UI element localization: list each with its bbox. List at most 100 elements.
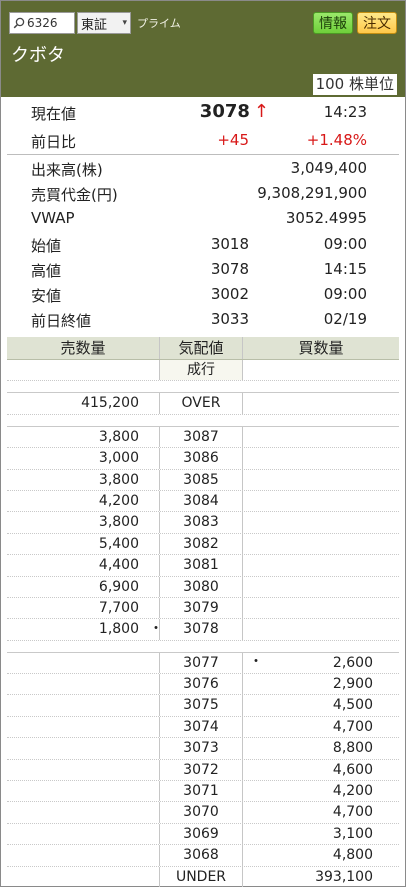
buy-qty-header: 買数量 (298, 339, 344, 357)
price-header: 気配値 (159, 337, 243, 359)
header-buttons: 情報 注文 (313, 12, 397, 34)
volume-value: 3,049,400 (290, 159, 367, 177)
prev-close-row: 前日終値 3033 02/19 (1, 308, 405, 332)
order-board: 売数量 気配値 買数量 成行 415,200 OVER 3,800 3087 3,0… (7, 337, 399, 887)
ask-row[interactable]: 3,800 3087 (7, 426, 399, 449)
ask-row[interactable]: 4,400 3081 (7, 555, 399, 577)
ask-qty: 4,400 (98, 557, 139, 574)
bid-row[interactable]: 3071 4,200 (7, 781, 399, 803)
info-button[interactable]: 情報 (313, 12, 353, 34)
board-header: 売数量 気配値 買数量 (7, 337, 399, 360)
bid-price: 3077 (159, 652, 243, 674)
ask-row[interactable]: 6,900 3080 (7, 576, 399, 598)
ask-qty: 7,700 (98, 599, 139, 616)
ask-row[interactable]: 3,000 3086 (7, 448, 399, 470)
search-icon (13, 17, 25, 29)
turnover-value: 9,308,291,900 (257, 184, 367, 202)
ask-price: 3081 (159, 555, 243, 576)
current-price-value: 3078 (199, 101, 250, 122)
bid-row[interactable]: 3072 4,600 (7, 759, 399, 782)
high-time: 14:15 (323, 260, 367, 278)
ask-price: 3083 (159, 512, 243, 533)
ask-qty: 3,000 (98, 450, 139, 467)
bid-row[interactable]: 3073 8,800 (7, 738, 399, 760)
ask-qty: 4,200 (98, 492, 139, 509)
market-select[interactable]: 東証 ▾ (77, 12, 131, 34)
turnover-row: 売買代金(円) 9,308,291,900 (1, 182, 405, 206)
vwap-label: VWAP (31, 209, 75, 227)
change-percent: +1.48% (306, 131, 367, 149)
bid-price: 3072 (159, 759, 243, 781)
bid-price: 3071 (159, 781, 243, 802)
change-row: 前日比 +45 +1.48% (1, 129, 405, 153)
vwap-value: 3052.4995 (285, 209, 367, 227)
ask-qty: 3,800 (98, 428, 139, 445)
unit-bar: 100 株単位 (1, 71, 405, 97)
trading-unit: 100 株単位 (312, 74, 397, 95)
ask-qty: 3,800 (98, 514, 139, 531)
open-value: 3018 (210, 235, 249, 253)
over-row: 415,200 OVER (7, 393, 399, 415)
bid-qty: 4,700 (332, 718, 373, 735)
ask-qty: 3,800 (98, 471, 139, 488)
ask-price: 3085 (159, 469, 243, 490)
turnover-label: 売買代金(円) (31, 186, 118, 204)
sell-qty-header: 売数量 (60, 339, 106, 357)
open-row: 始値 3018 09:00 (1, 233, 405, 257)
ask-qty: 1,800 (98, 621, 139, 638)
change-value: +45 (217, 131, 249, 149)
bid-qty: 4,200 (332, 783, 373, 800)
current-price: 3078 ↑ (200, 101, 269, 122)
ask-row[interactable]: 5,400 3082 (7, 533, 399, 556)
low-time: 09:00 (323, 285, 367, 303)
bid-row[interactable]: 3069 3,100 (7, 823, 399, 846)
ask-rows: 3,800 3087 3,000 3086 3,800 3085 4,200 3084 3,80… (7, 426, 399, 641)
low-row: 安値 3002 09:00 (1, 283, 405, 307)
board-gap (7, 640, 399, 653)
high-value: 3078 (210, 260, 249, 278)
bid-row[interactable]: 3068 4,800 (7, 845, 399, 867)
bid-qty: 4,500 (332, 697, 373, 714)
high-row: 高値 3078 14:15 (1, 258, 405, 282)
prev-close-value: 3033 (210, 310, 249, 328)
bid-row[interactable]: 3077 2,600 ・ (7, 652, 399, 675)
open-label: 始値 (31, 237, 62, 255)
stock-code-search[interactable] (9, 12, 75, 34)
bid-qty: 2,600 ・ (249, 653, 373, 671)
stock-name: クボタ (11, 45, 65, 66)
ask-qty: 5,400 (98, 535, 139, 552)
ask-row[interactable]: 1,800 ・ 3078 (7, 619, 399, 641)
prev-close-date: 02/19 (323, 310, 367, 328)
vwap-row: VWAP 3052.4995 (1, 207, 405, 231)
ask-price: 3080 (159, 576, 243, 597)
bid-row[interactable]: 3075 4,500 (7, 695, 399, 717)
bid-row[interactable]: 3076 2,900 (7, 674, 399, 696)
order-button[interactable]: 注文 (357, 12, 397, 34)
ask-row[interactable]: 3,800 3083 (7, 512, 399, 534)
bid-qty: 3,100 (332, 825, 373, 842)
bid-qty: 2,900 (332, 676, 373, 693)
bid-price: 3069 (159, 823, 243, 845)
best-bid-marker: ・ (249, 653, 263, 670)
stock-code-input[interactable] (27, 16, 73, 30)
bid-price: 3075 (159, 695, 243, 716)
ask-price: 3087 (159, 426, 243, 448)
market-select-value: 東証 (81, 17, 108, 33)
ask-row[interactable]: 7,700 3079 (7, 597, 399, 620)
ask-row[interactable]: 3,800 3085 (7, 469, 399, 491)
market-order-row: 成行 (7, 360, 399, 382)
bid-row[interactable]: 3074 4,700 (7, 716, 399, 739)
header-toolbar: 東証 ▾ プライム 情報 注文 (9, 11, 397, 35)
market-order-label: 成行 (159, 360, 243, 381)
ask-row[interactable]: 4,200 3084 (7, 490, 399, 513)
chevron-down-icon: ▾ (122, 18, 127, 28)
over-qty: 415,200 (81, 395, 139, 412)
bid-price: 3074 (159, 716, 243, 738)
change-label: 前日比 (31, 133, 77, 151)
ask-price: 3082 (159, 533, 243, 555)
ask-qty: 6,900 (98, 578, 139, 595)
bid-row[interactable]: 3070 4,700 (7, 802, 399, 824)
bid-price: 3068 (159, 845, 243, 866)
low-label: 安値 (31, 287, 62, 305)
bid-qty: 8,800 (332, 740, 373, 757)
